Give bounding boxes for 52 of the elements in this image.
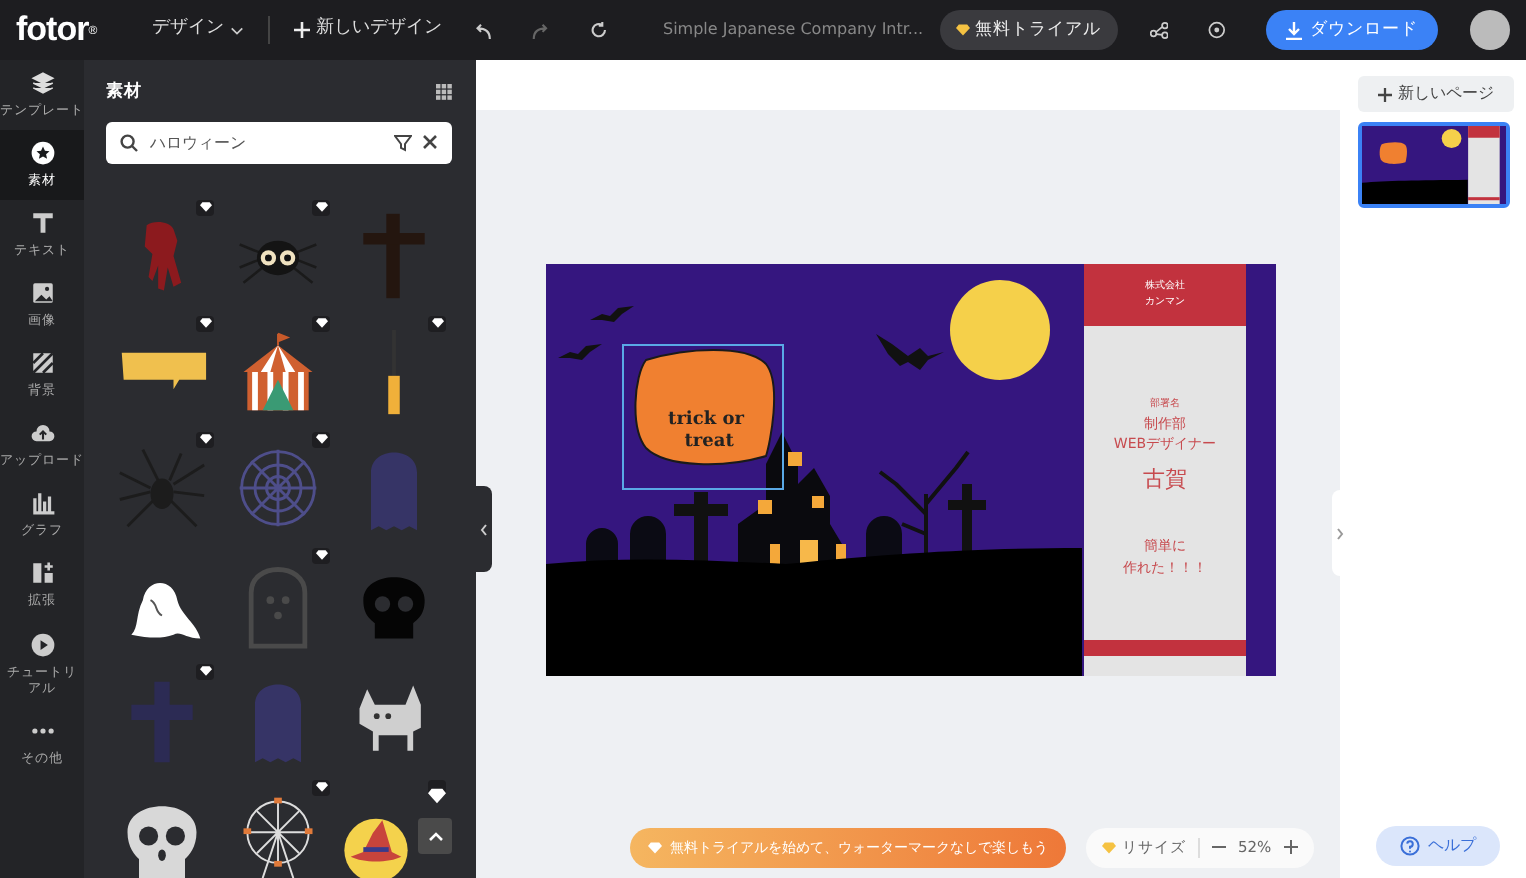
stripes-icon: [29, 350, 55, 377]
download-icon: [1286, 21, 1302, 39]
person-name-text: 古賀: [1143, 463, 1187, 495]
collapse-panel-handle[interactable]: [476, 486, 492, 572]
selection-frame[interactable]: [622, 344, 784, 490]
share-icon[interactable]: [1149, 20, 1169, 40]
moon-drawing: [950, 280, 1050, 380]
avatar[interactable]: [1470, 10, 1510, 50]
bat-drawing: [590, 306, 634, 322]
filter-icon[interactable]: [394, 133, 412, 152]
panel-title: 素材: [106, 80, 142, 106]
new-design-button[interactable]: 新しいデザイン: [286, 16, 451, 44]
close-icon[interactable]: [422, 134, 438, 151]
grid-icon[interactable]: [436, 84, 452, 101]
help-icon: [1400, 836, 1420, 856]
refresh-icon[interactable]: [589, 20, 607, 40]
zoom-in-icon[interactable]: [1283, 840, 1298, 855]
bat-drawing: [876, 334, 944, 370]
search-field[interactable]: ハロウィーン: [106, 121, 452, 164]
chevron-left-icon: [480, 523, 488, 535]
text-icon: [29, 210, 55, 237]
undo-icon[interactable]: [474, 21, 492, 39]
diamond-icon: [955, 24, 970, 36]
preview-icon[interactable]: [1208, 20, 1226, 40]
bubble-text: trick or treat: [668, 410, 744, 452]
redo-icon[interactable]: [531, 21, 550, 39]
plus-icon: [294, 22, 311, 38]
diamond-icon: [648, 841, 662, 854]
help-button[interactable]: ヘルプ: [1376, 826, 1500, 866]
image-icon: [29, 280, 55, 307]
upload-icon: [29, 420, 55, 447]
new-page-button[interactable]: 新しいページ: [1358, 76, 1514, 112]
page-thumbnail[interactable]: [1358, 122, 1510, 208]
chevron-right-icon: [1335, 527, 1343, 539]
logo[interactable]: fotor$^{®}$: [16, 4, 97, 56]
design-menu[interactable]: デザイン: [144, 16, 253, 44]
caret-up-icon: [427, 831, 443, 841]
plus-icon: [1378, 87, 1392, 101]
free-trial-button[interactable]: 無料トライアル: [939, 9, 1118, 51]
diamond-icon: [1102, 841, 1116, 854]
bar-chart-icon: [29, 490, 55, 517]
play-icon: [29, 632, 55, 659]
chevron-down-icon: [230, 25, 245, 35]
speech-bubble[interactable]: trick or treat: [634, 349, 775, 466]
bat-drawing: [558, 344, 602, 360]
layers-icon: [29, 70, 55, 97]
download-button[interactable]: ダウンロード: [1266, 9, 1438, 51]
document-title[interactable]: Simple Japanese Company Intr...: [662, 18, 924, 42]
apps-icon: [29, 560, 55, 587]
expand-pages-handle[interactable]: [1332, 490, 1346, 576]
search-icon: [120, 133, 138, 152]
scroll-top-button[interactable]: [418, 818, 452, 854]
